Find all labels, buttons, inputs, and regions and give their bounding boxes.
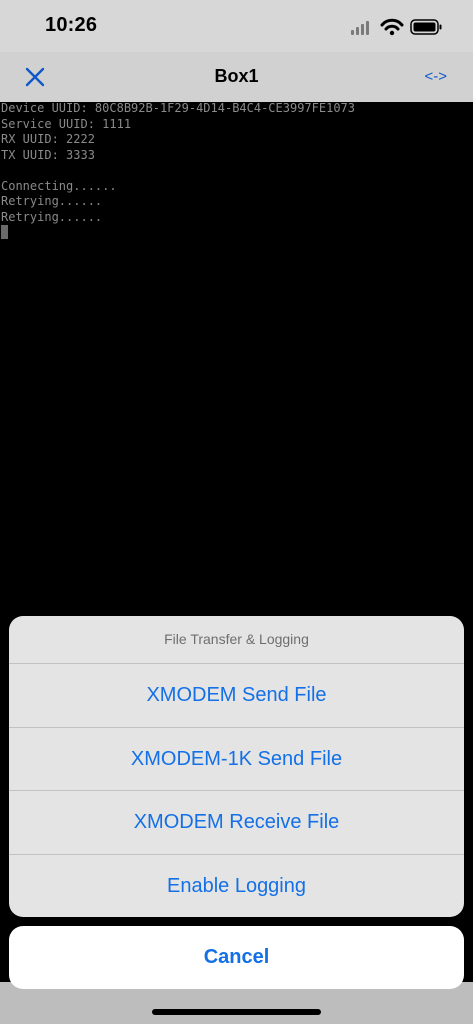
wifi-icon: [380, 18, 404, 36]
battery-icon: [410, 19, 442, 35]
terminal-line: RX UUID: 2222: [1, 132, 95, 146]
terminal-line: TX UUID: 3333: [1, 148, 95, 162]
status-bar: 10:26: [0, 0, 473, 52]
cancel-button[interactable]: Cancel: [9, 926, 464, 989]
terminal-line: Service UUID: 1111: [1, 117, 132, 131]
action-sheet: File Transfer & Logging XMODEM Send File…: [9, 616, 464, 917]
terminal-cursor: [1, 225, 8, 239]
nav-title: Box1: [214, 66, 259, 86]
terminal-line: Device UUID: 80C8B92B-1F29-4D14-B4C4-CE3…: [1, 101, 356, 115]
action-sheet-title: File Transfer & Logging: [164, 631, 309, 647]
xmodem-send-file-button[interactable]: XMODEM Send File: [9, 663, 464, 727]
status-time: 10:26: [45, 14, 98, 36]
xmodem-1k-send-file-button[interactable]: XMODEM-1K Send File: [9, 727, 464, 791]
enable-logging-button[interactable]: Enable Logging: [9, 854, 464, 917]
terminal-line: Retrying......: [1, 210, 103, 224]
status-icons: [351, 18, 442, 36]
toggle-button[interactable]: <->: [424, 68, 447, 85]
xmodem-receive-file-button[interactable]: XMODEM Receive File: [9, 790, 464, 854]
screen: 10:26 Box1 <-> Device UUID: 80C8B92B-1F2…: [0, 0, 473, 1024]
signal-icon: [351, 21, 369, 35]
home-indicator[interactable]: [152, 1009, 321, 1015]
terminal-line: Connecting......: [1, 179, 117, 193]
terminal-line: Retrying......: [1, 194, 103, 208]
